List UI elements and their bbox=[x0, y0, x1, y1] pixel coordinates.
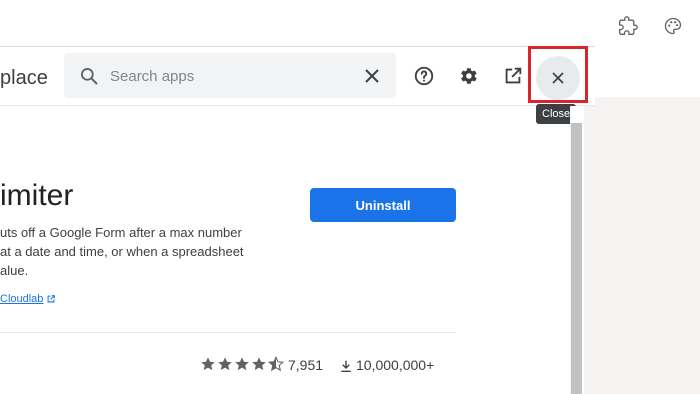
description-line: uts off a Google Form after a max number bbox=[0, 225, 242, 240]
developer-link[interactable]: Cloudlab bbox=[0, 293, 56, 305]
download-count: 10,000,000+ bbox=[356, 357, 435, 373]
marketplace-title: place bbox=[0, 67, 48, 89]
palette-icon[interactable] bbox=[662, 15, 684, 37]
developer-link-label: Cloudlab bbox=[0, 293, 44, 305]
open-in-new-button[interactable] bbox=[499, 62, 527, 90]
help-icon bbox=[414, 66, 434, 86]
rating-count: 7,951 bbox=[288, 357, 324, 373]
star-half-icon bbox=[268, 356, 284, 372]
app-title: imiter bbox=[0, 179, 74, 212]
external-link-icon bbox=[47, 295, 56, 303]
close-highlight-box bbox=[528, 46, 588, 103]
open-in-new-icon bbox=[505, 67, 522, 84]
app-description: uts off a Google Form after a max number… bbox=[0, 223, 280, 280]
gear-icon bbox=[461, 68, 477, 84]
download-icon bbox=[341, 360, 351, 372]
search-icon bbox=[81, 68, 98, 85]
description-line: alue. bbox=[0, 263, 29, 278]
browser-toolbar bbox=[0, 0, 700, 46]
star-full-icon bbox=[252, 357, 266, 371]
star-full-icon bbox=[201, 357, 215, 371]
clear-search-icon[interactable] bbox=[360, 64, 384, 88]
page-background bbox=[583, 97, 700, 394]
search-input[interactable] bbox=[110, 64, 350, 88]
star-full-icon bbox=[218, 357, 232, 371]
extensions-puzzle-icon[interactable] bbox=[617, 15, 639, 37]
scrollbar-thumb[interactable] bbox=[571, 123, 582, 394]
description-line: at a date and time, or when a spreadshee… bbox=[0, 244, 244, 259]
star-full-icon bbox=[235, 357, 249, 371]
help-button[interactable] bbox=[410, 62, 438, 90]
settings-button[interactable] bbox=[454, 62, 482, 90]
rating-stars bbox=[200, 356, 284, 372]
uninstall-button[interactable]: Uninstall bbox=[310, 188, 456, 222]
divider bbox=[0, 332, 456, 333]
